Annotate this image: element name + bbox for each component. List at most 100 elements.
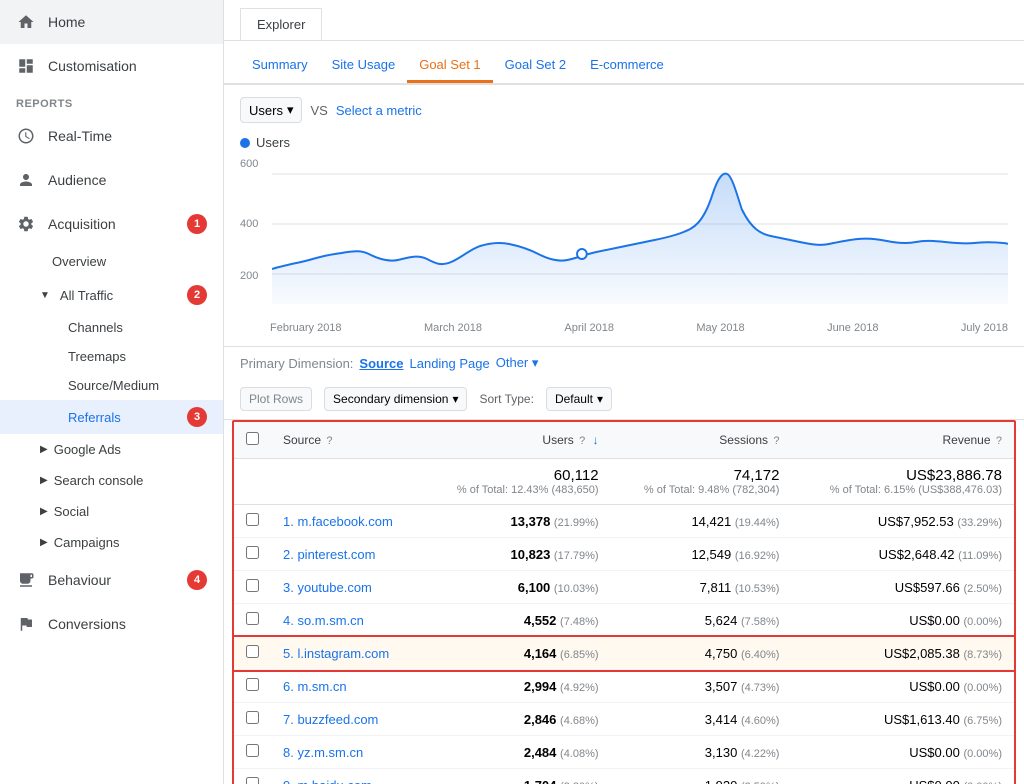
source-link-3[interactable]: 4. so.m.sm.cn	[283, 613, 364, 628]
users-val-6: 2,846	[524, 712, 557, 727]
sidebar-item-alltraffic[interactable]: ▼ All Traffic 2	[0, 277, 223, 313]
revenue-pct-8: (0.00%)	[963, 781, 1002, 784]
row-checkbox-1[interactable]	[246, 546, 259, 559]
person-icon	[16, 170, 36, 190]
dim-landing-link[interactable]: Landing Page	[410, 356, 490, 371]
secondary-dimension-select[interactable]: Secondary dimension ▾	[324, 387, 467, 411]
select-metric-link[interactable]: Select a metric	[336, 103, 422, 118]
vs-label: VS	[310, 103, 327, 118]
audience-label: Audience	[48, 172, 106, 188]
dim-other-link[interactable]: Other ▾	[496, 355, 539, 371]
table-row: 2. pinterest.com 10,823 (17.79%) 12,549 …	[234, 538, 1014, 571]
sidebar-item-referrals[interactable]: Referrals 3	[0, 400, 223, 434]
sidebar-item-sourcemedium[interactable]: Source/Medium	[0, 371, 223, 400]
y-label-400: 400	[240, 218, 258, 230]
home-icon	[16, 12, 36, 32]
sidebar-item-home[interactable]: Home	[0, 0, 223, 44]
source-link-2[interactable]: 3. youtube.com	[283, 580, 372, 595]
metric-label: Users	[249, 103, 283, 118]
users-pct-0: (21.99%)	[554, 517, 599, 529]
sidebar-item-searchconsole[interactable]: ▶ Search console	[0, 465, 223, 496]
sidebar-item-social[interactable]: ▶ Social	[0, 496, 223, 527]
row-checkbox-6[interactable]	[246, 711, 259, 724]
chart-section: Users ▾ VS Select a metric Users 600 400…	[224, 85, 1024, 346]
searchconsole-arrow-icon: ▶	[40, 475, 48, 486]
sidebar-item-campaigns[interactable]: ▶ Campaigns	[0, 527, 223, 558]
users-sort-icon: ↓	[593, 433, 599, 447]
line-chart	[272, 154, 1008, 314]
sidebar-item-treemaps[interactable]: Treemaps	[0, 342, 223, 371]
sidebar-item-acquisition[interactable]: Acquisition 1	[0, 202, 223, 246]
source-info-icon[interactable]: ?	[326, 435, 332, 447]
source-link-8[interactable]: 9. m.baidu.com	[283, 778, 372, 784]
customisation-label: Customisation	[48, 58, 137, 74]
chart-legend: Users	[240, 135, 1008, 150]
sessions-val-0: 14,421	[691, 514, 731, 529]
row-checkbox-4[interactable]	[246, 645, 259, 658]
col-sessions-label: Sessions	[719, 433, 768, 447]
legend-text: Users	[256, 135, 290, 150]
row-checkbox-7[interactable]	[246, 744, 259, 757]
source-link-1[interactable]: 2. pinterest.com	[283, 547, 376, 562]
sidebar-item-audience[interactable]: Audience	[0, 158, 223, 202]
source-link-4[interactable]: 5. l.instagram.com	[283, 646, 389, 661]
table-row: 1. m.facebook.com 13,378 (21.99%) 14,421…	[234, 505, 1014, 538]
social-label: Social	[54, 504, 89, 519]
sidebar-item-googleads[interactable]: ▶ Google Ads	[0, 434, 223, 465]
row-checkbox-0[interactable]	[246, 513, 259, 526]
table-row: 4. so.m.sm.cn 4,552 (7.48%) 5,624 (7.58%…	[234, 604, 1014, 637]
sidebar-item-overview[interactable]: Overview	[0, 246, 223, 277]
metric-button[interactable]: Users ▾	[240, 97, 302, 123]
realtime-label: Real-Time	[48, 128, 112, 144]
source-link-0[interactable]: 1. m.facebook.com	[283, 514, 393, 529]
chart-container: 600 400 200	[240, 154, 1008, 314]
tab-ecommerce[interactable]: E-commerce	[578, 49, 676, 83]
row-checkbox-3[interactable]	[246, 612, 259, 625]
select-all-checkbox[interactable]	[246, 432, 259, 445]
sidebar-item-conversions[interactable]: Conversions	[0, 602, 223, 646]
row-checkbox-2[interactable]	[246, 579, 259, 592]
row-checkbox-5[interactable]	[246, 678, 259, 691]
sidebar-item-behaviour[interactable]: Behaviour 4	[0, 558, 223, 602]
tab-goal-set-2[interactable]: Goal Set 2	[493, 49, 578, 83]
sidebar-item-customisation[interactable]: Customisation	[0, 44, 223, 88]
revenue-val-4: US$2,085.38	[884, 646, 960, 661]
sessions-pct-3: (7.58%)	[741, 616, 780, 628]
sessions-val-3: 5,624	[705, 613, 738, 628]
behaviour-label: Behaviour	[48, 572, 111, 588]
users-pct-4: (6.85%)	[560, 649, 599, 661]
sessions-val-1: 12,549	[691, 547, 731, 562]
sidebar-item-realtime[interactable]: Real-Time	[0, 114, 223, 158]
x-label-jul: July 2018	[961, 322, 1008, 334]
row-checkbox-8[interactable]	[246, 777, 259, 784]
sessions-pct-8: (2.59%)	[741, 781, 780, 784]
source-link-7[interactable]: 8. yz.m.sm.cn	[283, 745, 363, 760]
explorer-tab-label: Explorer	[257, 17, 305, 32]
source-link-5[interactable]: 6. m.sm.cn	[283, 679, 347, 694]
users-val-5: 2,994	[524, 679, 557, 694]
sidebar-item-channels[interactable]: Channels	[0, 313, 223, 342]
sort-type-select[interactable]: Default ▾	[546, 387, 612, 411]
explorer-tab[interactable]: Explorer	[240, 8, 322, 40]
th-checkbox	[234, 422, 271, 459]
sessions-info-icon[interactable]: ?	[773, 435, 779, 447]
users-val-7: 2,484	[524, 745, 557, 760]
metric-selector: Users ▾ VS Select a metric	[240, 97, 1008, 123]
revenue-pct-2: (2.50%)	[963, 583, 1002, 595]
revenue-pct-4: (8.73%)	[963, 649, 1002, 661]
revenue-val-3: US$0.00	[909, 613, 960, 628]
dim-source-link[interactable]: Source	[359, 356, 403, 371]
dropdown-arrow-icon: ▾	[287, 102, 294, 118]
sessions-val-5: 3,507	[705, 679, 738, 694]
tab-summary[interactable]: Summary	[240, 49, 320, 83]
users-info-icon[interactable]: ?	[579, 435, 585, 447]
tab-goal-set-1[interactable]: Goal Set 1	[407, 49, 492, 83]
source-link-6[interactable]: 7. buzzfeed.com	[283, 712, 378, 727]
table-row: 7. buzzfeed.com 2,846 (4.68%) 3,414 (4.6…	[234, 703, 1014, 736]
tab-site-usage[interactable]: Site Usage	[320, 49, 408, 83]
plot-rows-button[interactable]: Plot Rows	[240, 387, 312, 411]
alltraffic-badge: 2	[187, 285, 207, 305]
channels-label: Channels	[68, 320, 123, 335]
revenue-info-icon[interactable]: ?	[996, 435, 1002, 447]
treemaps-label: Treemaps	[68, 349, 126, 364]
